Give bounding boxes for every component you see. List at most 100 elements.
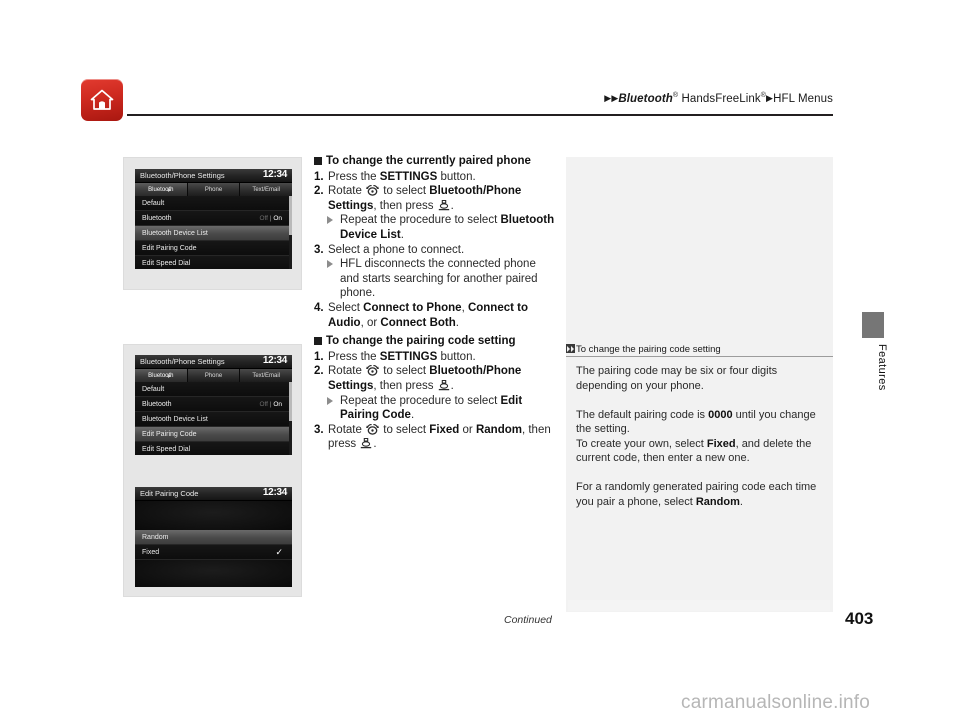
step-text-b: to select (380, 185, 430, 198)
nav-row-default[interactable]: Default (135, 196, 292, 211)
substep-2-2a: Repeat the procedure to select Edit Pair… (314, 394, 557, 423)
nav-tab-text-email-label: Text/Email (252, 372, 281, 379)
note-bold-random: Random (695, 495, 740, 508)
step-number: 1. (314, 350, 324, 363)
step-2-3: 3. Rotate to select Fixed or Random, then… (314, 423, 557, 452)
breadcrumb-bluetooth: Bluetooth (618, 92, 673, 105)
nav-titlebar: Bluetooth/Phone Settings 12:34 (135, 169, 292, 183)
nav-row-label: Random (142, 533, 169, 541)
side-note-panel: To change the pairing code setting The p… (566, 157, 833, 612)
nav-row-label: Bluetooth (142, 400, 172, 408)
toggle-separator: | (269, 214, 272, 222)
nav-row-bluetooth-device-list[interactable]: Bluetooth Device List (135, 226, 292, 241)
note-bold-fixed: Fixed (706, 437, 736, 450)
step-number: 4. (314, 301, 324, 314)
note-body: The pairing code may be six or four digi… (576, 364, 828, 509)
toggle-separator: | (269, 400, 272, 408)
breadcrumb-arrow-2: ▶ (611, 92, 619, 103)
nav-scrollbar-thumb[interactable] (289, 382, 292, 421)
nav-row-bluetooth[interactable]: Bluetooth Off | On (135, 211, 292, 226)
step-bold-settings: SETTINGS (379, 170, 438, 183)
section-bullet-icon (314, 157, 322, 165)
nav-row-label: Default (142, 385, 165, 393)
nav-screen-title: Edit Pairing Code (140, 489, 199, 498)
substep-text-a: Repeat the procedure to select (340, 214, 501, 227)
nav-tab-bar: Bluetooth Phone Text/Email (135, 183, 292, 196)
rotate-knob-icon (366, 365, 380, 377)
nav-tab-text-email-label: Text/Email (252, 186, 281, 193)
page-number: 403 (845, 609, 874, 628)
note-marker-icon (566, 344, 575, 353)
nav-row-bluetooth-device-list[interactable]: Bluetooth Device List (135, 412, 292, 427)
nav-row-edit-pairing-code[interactable]: Edit Pairing Code (135, 427, 292, 442)
press-knob-icon (438, 199, 449, 211)
nav-tab-text-email[interactable]: Text/Email (240, 183, 292, 196)
nav-screen-edit-pairing-code: Edit Pairing Code 12:34 Random Fixed ✓ (135, 487, 292, 587)
toggle-on-label: On (273, 214, 282, 222)
substep-1-2a: Repeat the procedure to select Bluetooth… (314, 213, 557, 242)
nav-row-edit-speed-dial[interactable]: Edit Speed Dial (135, 256, 292, 269)
nav-screen-title: Bluetooth/Phone Settings (140, 357, 225, 366)
nav-scrollbar-thumb[interactable] (289, 196, 292, 235)
note-divider (566, 356, 833, 357)
nav-clock: 12:34 (262, 169, 287, 180)
nav-row-label: Edit Speed Dial (142, 445, 191, 453)
step-number: 1. (314, 170, 324, 183)
step-text-b: to select (380, 365, 430, 378)
nav-tab-bluetooth[interactable]: Bluetooth (135, 369, 188, 382)
nav-option-list: Random Fixed ✓ (135, 530, 292, 560)
nav-blank-area-top (135, 501, 292, 530)
triangle-bullet-icon (327, 260, 333, 269)
press-knob-icon (438, 379, 449, 391)
breadcrumb-handsfreelink: HandsFreeLink (678, 92, 761, 105)
nav-screen-title: Bluetooth/Phone Settings (140, 171, 225, 180)
step-number: 3. (314, 423, 324, 436)
nav-row-label: Default (142, 199, 165, 207)
nav-tab-bluetooth[interactable]: Bluetooth (135, 183, 188, 196)
nav-clock: 12:34 (262, 487, 287, 498)
header-divider (127, 114, 833, 116)
step-bold-connect-both: Connect Both (380, 316, 456, 329)
nav-row-label: Bluetooth Device List (142, 229, 208, 237)
nav-menu-list: Default Bluetooth Off | On Bluetooth Dev… (135, 196, 292, 269)
step-bold-random: Random (475, 423, 522, 436)
substep-text-b: . (400, 228, 404, 241)
figure-edit-pairing-code: Bluetooth/Phone Settings 12:34 Bluetooth… (123, 344, 302, 597)
edge-tab-block (862, 312, 884, 338)
nav-scrollbar[interactable] (289, 382, 292, 455)
rotate-knob-icon (366, 423, 380, 435)
step-text-a: Rotate (328, 185, 366, 198)
substep-text-b: . (410, 409, 415, 422)
step-text-b: to select (380, 423, 430, 436)
nav-row-fixed[interactable]: Fixed ✓ (135, 545, 292, 560)
figure-bluetooth-device-list: Bluetooth/Phone Settings 12:34 Bluetooth… (123, 157, 302, 290)
home-icon[interactable] (81, 79, 123, 121)
step-text-d: . (450, 199, 454, 212)
triangle-bullet-icon (327, 396, 333, 405)
step-text-a: Rotate (328, 365, 366, 378)
toggle-off-label: Off (259, 400, 268, 408)
nav-row-label: Fixed (142, 548, 160, 556)
nav-row-default[interactable]: Default (135, 382, 292, 397)
manual-page: ▶▶Bluetooth® HandsFreeLink®▶HFL Menus Fe… (0, 0, 960, 722)
nav-tab-text-email[interactable]: Text/Email (240, 369, 292, 382)
substep-text-a: Repeat the procedure to select (340, 394, 501, 407)
nav-row-random[interactable]: Random (135, 530, 292, 545)
nav-tab-phone[interactable]: Phone (187, 183, 241, 196)
toggle-off-label: Off (259, 214, 268, 222)
nav-row-bluetooth[interactable]: Bluetooth Off | On (135, 397, 292, 412)
note-para-2-a: The default pairing code is (576, 408, 709, 421)
nav-row-label: Bluetooth (142, 214, 172, 222)
nav-tab-phone[interactable]: Phone (187, 369, 241, 382)
nav-row-edit-pairing-code[interactable]: Edit Pairing Code (135, 241, 292, 256)
chevron-right-icon (167, 373, 171, 378)
nav-scrollbar[interactable] (289, 196, 292, 269)
nav-screen-device-list: Bluetooth/Phone Settings 12:34 Bluetooth… (135, 169, 292, 269)
step-text-c: , or (360, 316, 381, 329)
instructions-column: To change the currently paired phone 1. P… (314, 154, 557, 452)
note-para-4-b: . (739, 495, 743, 508)
footer-shade (568, 600, 830, 611)
step-number: 2. (314, 365, 324, 378)
step-text-a: Press the (328, 350, 380, 363)
nav-row-edit-speed-dial[interactable]: Edit Speed Dial (135, 442, 292, 455)
